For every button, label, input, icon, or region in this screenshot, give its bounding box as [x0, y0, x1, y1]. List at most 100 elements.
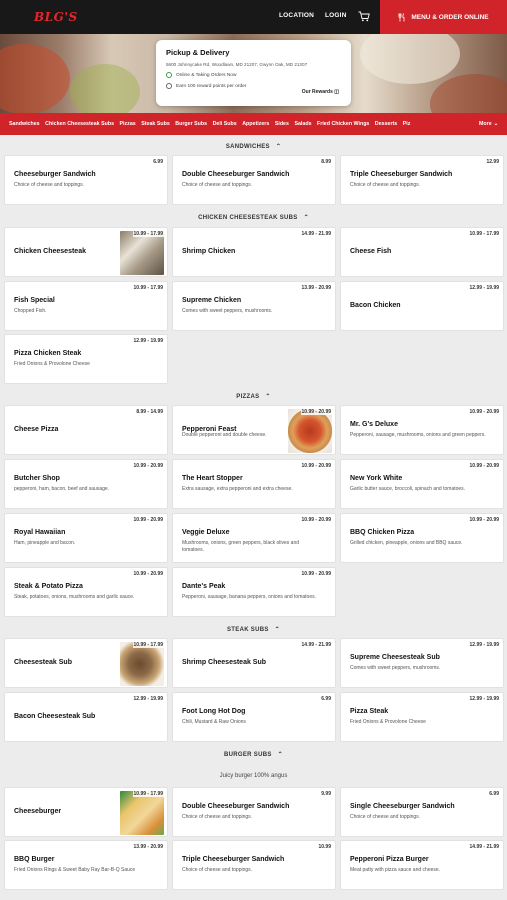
menu-item-card[interactable]: 10.99 - 20.99 Dante's Peak Pepperoni, saus…: [172, 567, 336, 617]
item-name: Steak & Potato Pizza: [14, 583, 83, 590]
menu-item-card[interactable]: 13.99 - 20.99 Supreme Chicken Comes with s…: [172, 281, 336, 331]
menu-item-card[interactable]: 10.99 - 20.99 Royal Hawaiian Ham, pineappl…: [4, 513, 168, 563]
item-description: Comes with sweet peppers, mushrooms.: [350, 665, 441, 671]
chevron-up-icon[interactable]: ⌃: [304, 214, 309, 221]
menu-item-card[interactable]: 10.99 - 20.99 Mr. G's Deluxe Pepperoni, sa…: [340, 405, 504, 455]
menu-item-card[interactable]: 12.99 - 19.99 Pizza Chicken Steak Fried On…: [4, 334, 168, 384]
chevron-up-icon[interactable]: ⌃: [276, 143, 281, 150]
menu-item-card[interactable]: 14.99 - 21.99 Pepperoni Pizza Burger Meat …: [340, 840, 504, 890]
item-name: Cheesesteak Sub: [14, 659, 72, 666]
category-nav: Sandwiches Chicken Cheesesteak Subs Pizzas…: [0, 113, 507, 135]
item-name: Cheese Pizza: [14, 426, 59, 433]
store-card-title: Pickup & Delivery: [166, 48, 230, 57]
menu-item-card[interactable]: 12.99 Triple Cheeseburger Sandwich Choice …: [340, 155, 504, 205]
menu-item-card[interactable]: 10.99 - 17.99 Chicken Cheesesteak: [4, 227, 168, 277]
menu-item-card[interactable]: 6.99 Cheeseburger Sandwich Choice of chees…: [4, 155, 168, 205]
menu-item-card[interactable]: 12.99 - 19.99 Bacon Cheesesteak Sub: [4, 692, 168, 742]
section-title: SANDWICHES: [225, 144, 270, 150]
login-link[interactable]: LOGIN: [325, 12, 347, 19]
menu-item-card[interactable]: 10.99 - 20.99 The Heart Stopper Extra saus…: [172, 459, 336, 509]
menu-item-card[interactable]: 10.99 - 20.99 Steak & Potato Pizza Steak, …: [4, 567, 168, 617]
item-description: Meat patty with pizza sauce and cheese.: [350, 867, 441, 873]
menu-item-card[interactable]: 6.99 Foot Long Hot Dog Chili, Mustard & Ra…: [172, 692, 336, 742]
menu-item-card[interactable]: 8.99 - 14.99 Cheese Pizza: [4, 405, 168, 455]
section-description: Juicy burger 100% angus: [219, 773, 288, 779]
menu-item-card[interactable]: 10.99 - 20.99 BBQ Chicken Pizza Grilled ch…: [340, 513, 504, 563]
section-header[interactable]: STEAK SUBS ⌃: [0, 626, 507, 633]
category-link[interactable]: Pizzas: [120, 121, 136, 127]
chevron-up-icon[interactable]: ⌃: [275, 626, 280, 633]
utensils-icon: [398, 12, 405, 21]
category-link[interactable]: Fried Chicken Wings: [317, 121, 369, 127]
category-link[interactable]: Steak Subs: [141, 121, 170, 127]
reward-icon: [166, 83, 172, 89]
section-title: PIZZAS: [236, 394, 260, 400]
item-name: Cheeseburger: [14, 808, 62, 815]
brand-logo[interactable]: BLG'S: [34, 10, 78, 24]
menu-item-card[interactable]: 12.99 - 19.99 Supreme Cheesesteak Sub Come…: [340, 638, 504, 688]
section-header[interactable]: CHICKEN CHEESESTEAK SUBS ⌃: [0, 214, 507, 221]
cart-icon[interactable]: [358, 11, 370, 22]
location-link[interactable]: LOCATION: [279, 12, 314, 19]
item-description: Comes with sweet peppers, mushrooms.: [182, 308, 273, 314]
category-link[interactable]: Desserts: [375, 121, 397, 127]
item-name: Double Cheeseburger Sandwich: [182, 803, 290, 810]
category-link[interactable]: Chicken Cheesesteak Subs: [45, 121, 114, 127]
menu-item-card[interactable]: 8.99 Double Cheeseburger Sandwich Choice o…: [172, 155, 336, 205]
item-description: Pepperoni, sausage, banana peppers, onio…: [182, 594, 316, 600]
section-header[interactable]: PIZZAS ⌃: [0, 393, 507, 400]
menu-item-card[interactable]: 9.99 Double Cheeseburger Sandwich Choice o…: [172, 787, 336, 837]
category-link[interactable]: Appetizers: [242, 121, 269, 127]
item-name: Chicken Cheesesteak: [14, 248, 86, 255]
section-header[interactable]: SANDWICHES ⌃: [0, 143, 507, 150]
item-description: Pepperoni, sausage, mushrooms, onions an…: [350, 432, 486, 438]
item-name: Pizza Steak: [350, 708, 389, 715]
menu-item-card[interactable]: 10.99 - 17.99 Cheese Fish: [340, 227, 504, 277]
item-name: Double Cheeseburger Sandwich: [182, 171, 290, 178]
item-price: 6.99: [321, 696, 331, 702]
section-header[interactable]: BURGER SUBS ⌃: [0, 751, 507, 758]
menu-item-card[interactable]: 10.99 - 17.99 Fish Special Chopped Fish.: [4, 281, 168, 331]
check-circle-icon: [166, 72, 172, 78]
category-link[interactable]: Deli Subs: [213, 121, 237, 127]
menu-item-card[interactable]: 10.99 Triple Cheeseburger Sandwich Choice …: [172, 840, 336, 890]
item-name: Pizza Chicken Steak: [14, 350, 82, 357]
item-price: 10.99 - 20.99: [469, 463, 499, 469]
item-price: 10.99 - 17.99: [132, 231, 164, 237]
menu-item-card[interactable]: 10.99 - 17.99 Cheesesteak Sub: [4, 638, 168, 688]
menu-item-card[interactable]: 10.99 - 17.99 Cheeseburger: [4, 787, 168, 837]
item-name: New York White: [350, 475, 403, 482]
item-description: Mushrooms, onions, green peppers, black …: [182, 540, 300, 554]
more-categories-button[interactable]: More ⌄: [473, 113, 507, 135]
menu-item-card[interactable]: 13.99 - 20.99 BBQ Burger Fried Onions Ring…: [4, 840, 168, 890]
category-link[interactable]: Sandwiches: [9, 121, 40, 127]
menu-item-card[interactable]: 6.99 Single Cheeseburger Sandwich Choice o…: [340, 787, 504, 837]
chevron-up-icon[interactable]: ⌃: [278, 751, 283, 758]
item-price: 10.99 - 20.99: [133, 517, 163, 523]
menu-item-card[interactable]: 14.99 - 21.99 Shrimp Cheesesteak Sub: [172, 638, 336, 688]
gift-icon: ◫: [334, 89, 339, 95]
menu-item-card[interactable]: 10.99 - 20.99 Butcher Shop pepperoni, ham,…: [4, 459, 168, 509]
item-price: 10.99 - 20.99: [301, 571, 331, 577]
chevron-up-icon[interactable]: ⌃: [265, 393, 270, 400]
menu-item-card[interactable]: 12.99 - 19.99 Bacon Chicken: [340, 281, 504, 331]
category-link[interactable]: Sides: [275, 121, 289, 127]
menu-item-card[interactable]: 10.99 - 20.99 Pepperoni Feast Double peppe…: [172, 405, 336, 455]
category-link[interactable]: Salads: [294, 121, 311, 127]
section-title: BURGER SUBS: [224, 752, 272, 758]
category-link[interactable]: Piz: [403, 121, 411, 127]
category-link[interactable]: Burger Subs: [175, 121, 207, 127]
top-navbar: BLG'S LOCATION LOGIN MENU & ORDER ONLINE: [0, 0, 507, 34]
section-title: STEAK SUBS: [227, 627, 269, 633]
item-description: Fried Onions & Provolone Cheese: [14, 361, 90, 367]
menu-item-card[interactable]: 14.99 - 21.99 Shrimp Chicken: [172, 227, 336, 277]
menu-item-card[interactable]: 10.99 - 20.99 New York White Garlic butter…: [340, 459, 504, 509]
menu-item-card[interactable]: 12.99 - 19.99 Pizza Steak Fried Onions & P…: [340, 692, 504, 742]
order-button-label: MENU & ORDER ONLINE: [411, 13, 489, 21]
our-rewards-link[interactable]: Our Rewards ◫: [302, 89, 339, 95]
reward-text: Earn 100 reward points per order: [176, 83, 247, 89]
menu-item-card[interactable]: 10.99 - 20.99 Veggie Deluxe Mushrooms, oni…: [172, 513, 336, 563]
menu-order-online-button[interactable]: MENU & ORDER ONLINE: [380, 0, 507, 34]
item-description: Steak, potatoes, onions, mushrooms and g…: [14, 594, 135, 600]
item-price: 10.99 - 17.99: [132, 791, 164, 797]
